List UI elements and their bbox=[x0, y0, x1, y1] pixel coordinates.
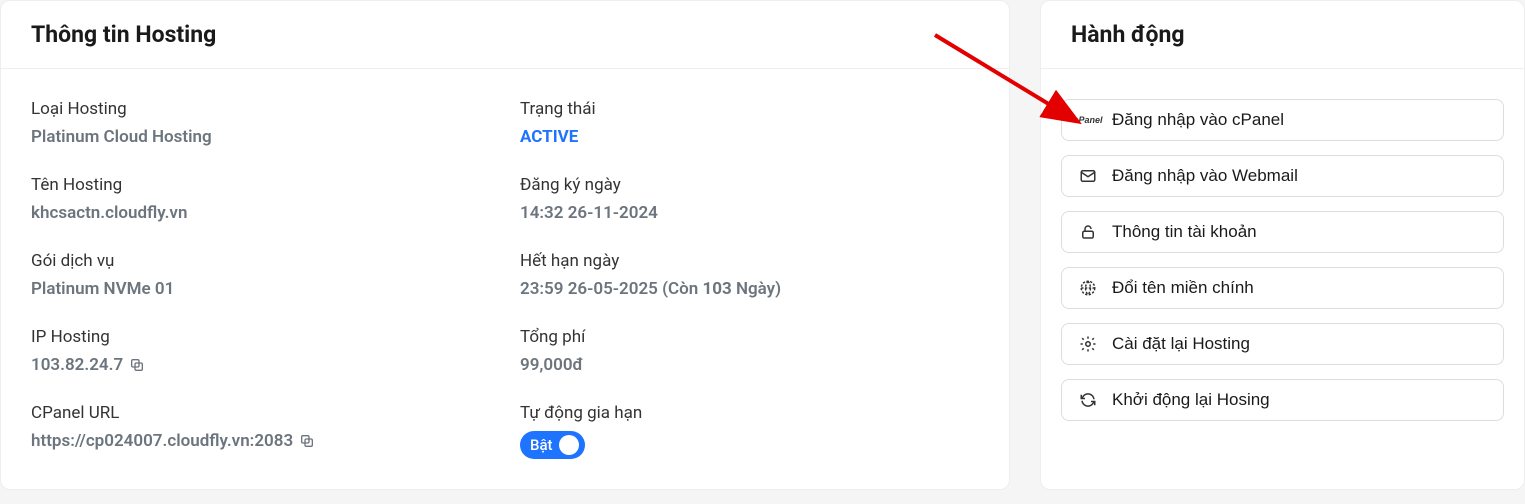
status-label: Trạng thái bbox=[520, 99, 979, 119]
total-value: 99,000đ bbox=[520, 355, 979, 375]
lock-icon bbox=[1078, 222, 1098, 242]
cpanel-icon: cPanel bbox=[1078, 110, 1098, 130]
expire-label: Hết hạn ngày bbox=[520, 251, 979, 271]
field-renew: Tự động gia hạn Bật bbox=[520, 403, 979, 459]
expire-value: 23:59 26-05-2025 (Còn 103 Ngày) bbox=[520, 279, 979, 299]
copy-icon[interactable] bbox=[129, 357, 145, 373]
type-label: Loại Hosting bbox=[31, 99, 490, 119]
name-value: khcsactn.cloudfly.vn bbox=[31, 203, 490, 223]
auto-renew-toggle[interactable]: Bật bbox=[520, 431, 585, 459]
actions-panel: Hành động cPanel Đăng nhập vào cPanel Đă… bbox=[1040, 0, 1525, 490]
name-label: Tên Hosting bbox=[31, 175, 490, 195]
registered-label: Đăng ký ngày bbox=[520, 175, 979, 195]
registered-value: 14:32 26-11-2024 bbox=[520, 203, 979, 223]
action-label: Đăng nhập vào cPanel bbox=[1112, 110, 1284, 130]
field-expire: Hết hạn ngày 23:59 26-05-2025 (Còn 103 N… bbox=[520, 251, 979, 299]
action-login-cpanel[interactable]: cPanel Đăng nhập vào cPanel bbox=[1061, 99, 1504, 141]
renew-label: Tự động gia hạn bbox=[520, 403, 979, 423]
mail-icon bbox=[1078, 166, 1098, 186]
field-cpanel-url: CPanel URL https://cp024007.cloudfly.vn:… bbox=[31, 403, 490, 459]
action-account-info[interactable]: Thông tin tài khoản bbox=[1061, 211, 1504, 253]
field-status: Trạng thái ACTIVE bbox=[520, 99, 979, 147]
cpanel-label: CPanel URL bbox=[31, 403, 490, 423]
toggle-knob bbox=[559, 435, 579, 455]
toggle-label: Bật bbox=[530, 436, 553, 454]
action-restart-hosting[interactable]: Khởi động lại Hosing bbox=[1061, 379, 1504, 421]
actions-title: Hành động bbox=[1041, 1, 1524, 69]
field-total: Tổng phí 99,000đ bbox=[520, 327, 979, 375]
gear-icon bbox=[1078, 334, 1098, 354]
action-reinstall-hosting[interactable]: Cài đặt lại Hosting bbox=[1061, 323, 1504, 365]
action-label: Khởi động lại Hosing bbox=[1112, 390, 1270, 410]
action-login-webmail[interactable]: Đăng nhập vào Webmail bbox=[1061, 155, 1504, 197]
globe-icon bbox=[1078, 278, 1098, 298]
plan-label: Gói dịch vụ bbox=[31, 251, 490, 271]
status-value: ACTIVE bbox=[520, 127, 979, 147]
type-value: Platinum Cloud Hosting bbox=[31, 127, 490, 147]
cpanel-value: https://cp024007.cloudfly.vn:2083 bbox=[31, 431, 293, 451]
ip-value: 103.82.24.7 bbox=[31, 355, 123, 375]
ip-label: IP Hosting bbox=[31, 327, 490, 347]
field-registered: Đăng ký ngày 14:32 26-11-2024 bbox=[520, 175, 979, 223]
hosting-info-panel: Thông tin Hosting Loại Hosting Platinum … bbox=[0, 0, 1010, 490]
action-label: Cài đặt lại Hosting bbox=[1112, 334, 1250, 354]
total-label: Tổng phí bbox=[520, 327, 979, 347]
copy-icon[interactable] bbox=[299, 433, 315, 449]
plan-value: Platinum NVMe 01 bbox=[31, 279, 490, 299]
action-change-domain[interactable]: Đổi tên miền chính bbox=[1061, 267, 1504, 309]
action-label: Thông tin tài khoản bbox=[1112, 222, 1257, 242]
field-plan: Gói dịch vụ Platinum NVMe 01 bbox=[31, 251, 490, 299]
action-label: Đăng nhập vào Webmail bbox=[1112, 166, 1298, 186]
refresh-icon bbox=[1078, 390, 1098, 410]
field-name: Tên Hosting khcsactn.cloudfly.vn bbox=[31, 175, 490, 223]
field-ip: IP Hosting 103.82.24.7 bbox=[31, 327, 490, 375]
action-label: Đổi tên miền chính bbox=[1112, 278, 1254, 298]
hosting-info-title: Thông tin Hosting bbox=[1, 1, 1009, 69]
field-type: Loại Hosting Platinum Cloud Hosting bbox=[31, 99, 490, 147]
